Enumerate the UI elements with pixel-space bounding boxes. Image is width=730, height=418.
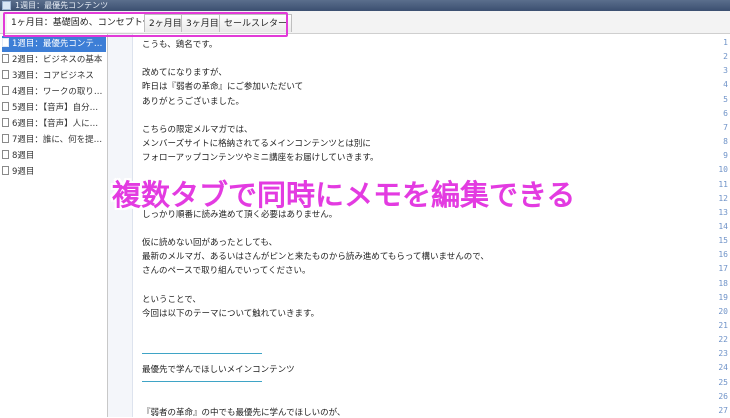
sidebar-item-week-3[interactable]: 3週目：コアビジネス [2, 68, 106, 84]
line-number: 2 [723, 52, 728, 62]
line-number: 16 [718, 250, 728, 260]
editor-line: ありがとうございました。 [142, 96, 245, 107]
sidebar-item-week-2[interactable]: 2週目：ビジネスの基本 [2, 52, 106, 68]
editor-line: こうも、鶏名です。 [142, 40, 218, 50]
editor-line: 仮に読めない回があったとしても、 [142, 238, 278, 249]
document-icon [2, 38, 9, 47]
sidebar-item-label: 8週目 [12, 151, 35, 161]
sidebar: 1週目：最優先コンテ… 2週目：ビジネスの基本 3週目：コアビジネス 4週目：ワ… [0, 34, 108, 417]
line-number: 3 [723, 66, 728, 76]
app-icon [2, 1, 11, 10]
line-number: 24 [718, 363, 728, 373]
sidebar-item-week-6[interactable]: 6週目：【音声】人に… [2, 116, 106, 132]
line-number: 13 [718, 207, 728, 217]
line-number: 10 [718, 165, 728, 175]
sidebar-item-label: 1週目：最優先コンテ… [12, 39, 103, 49]
document-icon [2, 54, 9, 63]
line-number: 17 [718, 264, 728, 274]
window-titlebar: 1週目：最優先コンテンツ [0, 0, 730, 11]
line-number: 7 [723, 122, 728, 132]
line-number: 21 [718, 321, 728, 330]
editor-line: 最優先で学んでほしいメインコンテンツ [142, 365, 295, 376]
editor-line: 昨日は『弱者の革命』にご参加いただいて [142, 82, 304, 93]
line-number: 6 [723, 108, 728, 118]
sidebar-item-label: 5週目：【音声】自分… [12, 103, 99, 113]
line-number: 25 [718, 377, 728, 387]
line-number: 26 [718, 391, 728, 401]
line-number: 9 [723, 151, 728, 161]
editor-line: 『弱者の革命』の中でも最優先に学んでほしいのが、 [142, 407, 346, 418]
line-number: 11 [718, 179, 728, 189]
editor-line: フォローアップコンテンツやミニ講座をお届けしていきます。 [142, 153, 379, 164]
line-number: 20 [718, 306, 728, 316]
sidebar-item-label: 6週目：【音声】人に… [12, 119, 99, 129]
divider-line [142, 381, 262, 382]
sidebar-item-week-8[interactable]: 8週目 [2, 148, 106, 164]
line-number: 22 [718, 335, 728, 345]
line-number: 12 [718, 193, 728, 203]
document-icon [2, 86, 9, 95]
line-number: 1 [723, 38, 728, 47]
sidebar-item-week-9[interactable]: 9週目 [2, 164, 106, 180]
line-number: 19 [718, 292, 728, 302]
text-editor[interactable]: 1 こうも、鶏名です。 2 3 改めてになりますが、 4 昨日は『弱者の革命』にご参加いただ… [108, 34, 730, 418]
line-number: 27 [718, 405, 728, 415]
editor-line: こちらの限定メルマガでは、 [142, 124, 253, 135]
editor-line: 改めてになりますが、 [142, 68, 227, 79]
line-number: 23 [718, 349, 728, 359]
editor-line: 今回は以下のテーマについて触れていきます。 [142, 308, 320, 319]
divider-line [142, 353, 262, 354]
sidebar-item-label: 3週目：コアビジネス [12, 71, 94, 81]
editor-line: メンバーズサイトに格納されてるメインコンテンツとは別に [142, 139, 371, 150]
document-icon [2, 134, 9, 143]
line-number: 15 [718, 236, 728, 246]
document-icon [2, 102, 9, 111]
line-number-gutter [108, 34, 133, 417]
caption-overlay: 複数タブで同時にメモを編集できる [112, 178, 576, 212]
editor-line: さんのペースで取り組んでいってください。 [142, 266, 311, 277]
editor-line: 最新のメルマガ、あるいはさんがピンと来たものから読み進めてもらって構いませんので… [142, 252, 489, 263]
line-number: 4 [723, 80, 728, 90]
tab-highlight-frame [3, 12, 288, 37]
line-number: 5 [723, 94, 728, 104]
document-icon [2, 118, 9, 127]
document-icon [2, 150, 9, 159]
sidebar-item-week-5[interactable]: 5週目：【音声】自分… [2, 100, 106, 116]
sidebar-item-label: 9週目 [12, 167, 35, 177]
sidebar-item-label: 2週目：ビジネスの基本 [12, 55, 103, 65]
sidebar-item-week-1[interactable]: 1週目：最優先コンテ… [2, 36, 106, 52]
editor-line: ということで、 [142, 294, 201, 305]
sidebar-item-week-7[interactable]: 7週目：誰に、何を提… [2, 132, 106, 148]
document-icon [2, 70, 9, 79]
sidebar-item-week-4[interactable]: 4週目：ワークの取り… [2, 84, 106, 100]
line-number: 8 [723, 137, 728, 147]
sidebar-item-label: 4週目：ワークの取り… [12, 87, 103, 97]
sidebar-item-label: 7週目：誰に、何を提… [12, 135, 103, 145]
window-title: 1週目：最優先コンテンツ [15, 1, 109, 10]
document-icon [2, 166, 9, 175]
line-number: 18 [718, 278, 728, 288]
line-number: 14 [718, 221, 728, 231]
